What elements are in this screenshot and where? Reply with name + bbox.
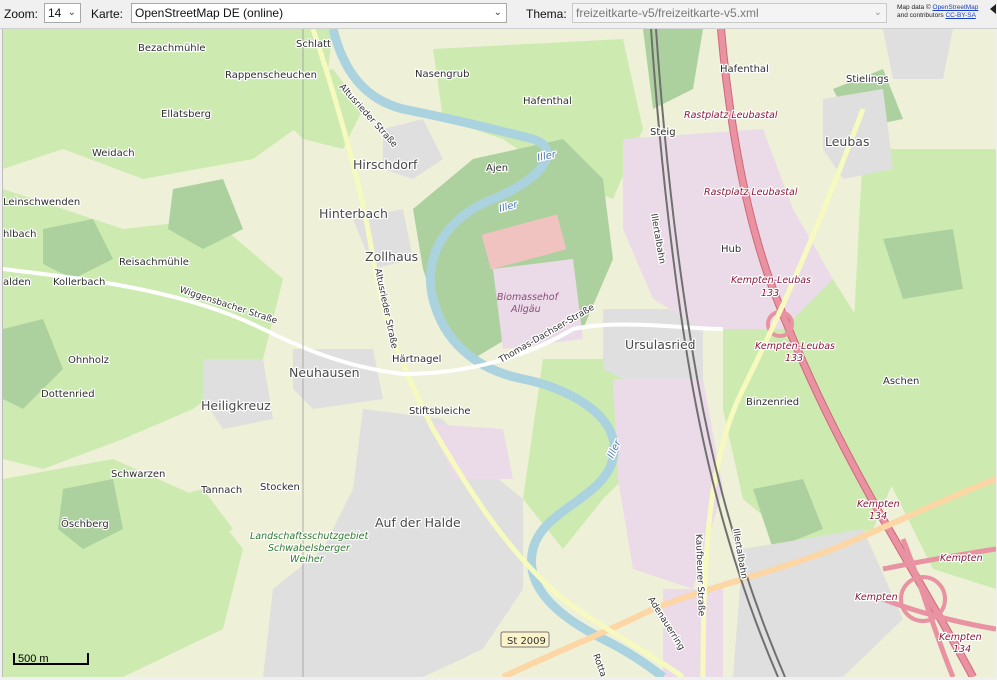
svg-text:Biomassehof: Biomassehof [497, 292, 560, 303]
svg-text:Rastplatz Leubastal: Rastplatz Leubastal [704, 187, 798, 198]
zoom-select[interactable]: 14 ⌄ [44, 3, 81, 23]
svg-text:Härtnagel: Härtnagel [392, 354, 441, 365]
license-link[interactable]: CC-BY-SA [945, 12, 975, 19]
svg-text:134: 134 [953, 644, 971, 655]
place-zollhaus: Zollhaus [365, 249, 418, 264]
svg-text:Steig: Steig [650, 127, 676, 138]
place-hinterbach: Hinterbach [319, 206, 388, 221]
map-value: OpenStreetMap DE (online) [135, 6, 284, 20]
svg-text:Tannach: Tannach [200, 485, 242, 496]
svg-text:Stielings: Stielings [846, 74, 889, 85]
svg-text:Hafenthal: Hafenthal [523, 96, 572, 107]
scale-bar: 500 m [13, 653, 89, 665]
svg-text:Ohnholz: Ohnholz [68, 355, 109, 366]
zoom-label: Zoom: [4, 7, 39, 21]
svg-text:Schwarzen: Schwarzen [111, 469, 165, 480]
map-label: Karte: [91, 7, 124, 21]
svg-text:Aschen: Aschen [883, 376, 919, 387]
svg-text:Nasengrub: Nasengrub [415, 69, 469, 80]
svg-text:Weidach: Weidach [92, 148, 135, 159]
svg-text:Hafenthal: Hafenthal [720, 64, 769, 75]
svg-text:Ajen: Ajen [486, 163, 508, 174]
svg-text:Rappenscheuchen: Rappenscheuchen [225, 70, 317, 81]
zoom-value: 14 [48, 6, 62, 20]
svg-text:Allgäu: Allgäu [510, 304, 541, 315]
road-shield: St 2009 [500, 631, 550, 648]
svg-text:alden: alden [3, 277, 31, 288]
svg-text:Kempten: Kempten [940, 553, 983, 564]
svg-text:Kempten-Leubas: Kempten-Leubas [755, 341, 835, 352]
openstreetmap-link[interactable]: OpenStreetMap [933, 4, 979, 11]
svg-text:Reisachmühle: Reisachmühle [119, 257, 189, 268]
place-ursulasried: Ursulasried [625, 337, 696, 352]
svg-text:Öschberg: Öschberg [61, 517, 109, 530]
map-attribution: Map data © OpenStreetMap and contributor… [897, 4, 991, 20]
attribution-mid: and contributors [897, 12, 944, 19]
svg-text:Hub: Hub [721, 244, 741, 255]
svg-text:Kempten: Kempten [939, 632, 982, 643]
place-leubas: Leubas [825, 134, 869, 149]
theme-select[interactable]: freizeitkarte-v5/freizeitkarte-v5.xml ⌄ [572, 3, 887, 23]
chevron-down-icon: ⌄ [873, 7, 882, 18]
map-canvas: Hirschdorf Hinterbach Zollhaus Neuhausen… [3, 29, 996, 677]
place-heiligkreuz: Heiligkreuz [201, 398, 271, 413]
svg-text:Leinschwenden: Leinschwenden [3, 197, 80, 208]
theme-value: freizeitkarte-v5/freizeitkarte-v5.xml [576, 6, 759, 20]
map-toolbar: Zoom: 14 ⌄ Karte: OpenStreetMap DE (onli… [0, 0, 997, 29]
svg-text:Schlatt: Schlatt [296, 39, 331, 50]
svg-text:Stiftsbleiche: Stiftsbleiche [409, 406, 471, 417]
svg-text:Dottenried: Dottenried [41, 389, 95, 400]
svg-text:133: 133 [785, 353, 803, 364]
svg-text:hlbach: hlbach [3, 229, 36, 240]
svg-text:Kempten: Kempten [855, 592, 898, 603]
svg-text:134: 134 [869, 511, 887, 522]
attribution-prefix: Map data © [897, 4, 931, 11]
scale-label: 500 m [18, 653, 49, 665]
svg-text:Kollerbach: Kollerbach [53, 277, 105, 288]
chevron-down-icon: ⌄ [493, 7, 502, 18]
svg-text:St 2009: St 2009 [507, 636, 546, 647]
place-hirschdorf: Hirschdorf [353, 157, 418, 172]
svg-text:Ellatsberg: Ellatsberg [161, 109, 211, 120]
svg-text:Kempten-Leubas: Kempten-Leubas [731, 275, 811, 286]
theme-label: Thema: [526, 7, 567, 21]
collapse-arrow-icon[interactable] [990, 4, 996, 14]
map-select[interactable]: OpenStreetMap DE (online) ⌄ [131, 3, 507, 23]
map-view[interactable]: Hirschdorf Hinterbach Zollhaus Neuhausen… [2, 29, 996, 677]
svg-text:Kempten: Kempten [857, 499, 900, 510]
svg-text:Landschaftsschutzgebiet: Landschaftsschutzgebiet [250, 531, 370, 542]
svg-text:Stocken: Stocken [260, 482, 300, 493]
svg-text:Bezachmühle: Bezachmühle [138, 43, 206, 54]
svg-text:Schwabelsberger: Schwabelsberger [268, 543, 351, 554]
place-auf-der-halde: Auf der Halde [375, 515, 461, 530]
svg-text:Weiher: Weiher [290, 554, 325, 565]
place-neuhausen: Neuhausen [289, 365, 360, 380]
svg-text:Binzenried: Binzenried [746, 397, 799, 408]
svg-text:Rastplatz Leubastal: Rastplatz Leubastal [684, 110, 778, 121]
svg-text:133: 133 [761, 288, 779, 299]
chevron-down-icon: ⌄ [67, 7, 76, 18]
